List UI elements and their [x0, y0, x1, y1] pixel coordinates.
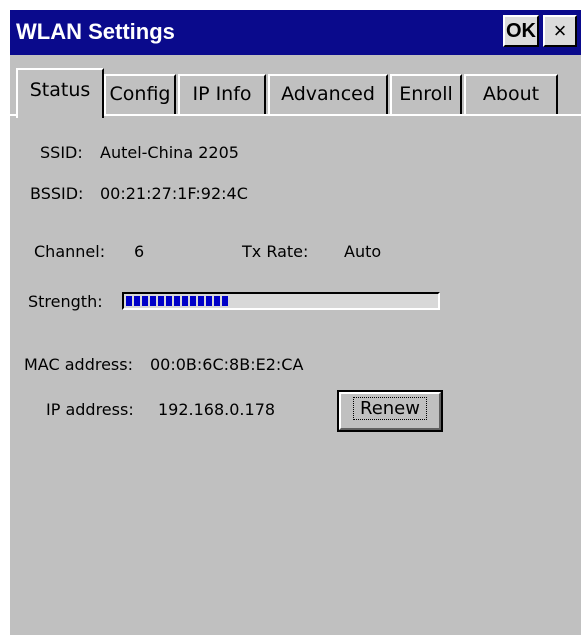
ssid-label: SSID:	[40, 143, 83, 162]
ip-value: 192.168.0.178	[158, 400, 276, 419]
channel-label: Channel:	[34, 242, 106, 261]
mac-value: 00:0B:6C:8B:E2:CA	[150, 355, 304, 374]
tab-enroll[interactable]: Enroll	[390, 74, 462, 114]
renew-button[interactable]: Renew	[339, 392, 441, 430]
channel-value: 6	[134, 242, 145, 261]
tab-about[interactable]: About	[464, 74, 558, 114]
ip-label: IP address:	[46, 400, 134, 419]
strength-label: Strength:	[28, 292, 103, 311]
ssid-value: Autel-China 2205	[100, 143, 239, 162]
tab-ip-info[interactable]: IP Info	[178, 74, 266, 114]
bssid-value: 00:21:27:1F:92:4C	[100, 184, 248, 203]
window-title: WLAN Settings	[16, 19, 175, 44]
tab-status[interactable]: Status	[16, 68, 104, 118]
txrate-value: Auto	[344, 242, 382, 261]
tab-advanced[interactable]: Advanced	[268, 74, 388, 114]
renew-label: Renew	[353, 397, 427, 420]
mac-label: MAC address:	[24, 355, 133, 374]
title-bar: WLAN Settings OK ×	[10, 10, 581, 55]
tab-config[interactable]: Config	[104, 74, 176, 114]
wlan-settings-window: WLAN Settings OK × Status Config IP Info…	[10, 10, 581, 635]
bssid-label: BSSID:	[30, 184, 84, 203]
ok-button[interactable]: OK	[503, 15, 539, 47]
tab-strip: Status Config IP Info Advanced Enroll Ab…	[10, 68, 581, 118]
status-panel: SSID: Autel-China 2205 BSSID: 00:21:27:1…	[10, 118, 581, 635]
signal-strength-bar	[122, 292, 440, 310]
renew-button-frame: Renew	[337, 390, 443, 432]
txrate-label: Tx Rate:	[242, 242, 309, 261]
close-button[interactable]: ×	[543, 15, 577, 47]
signal-strength-fill	[126, 296, 228, 306]
